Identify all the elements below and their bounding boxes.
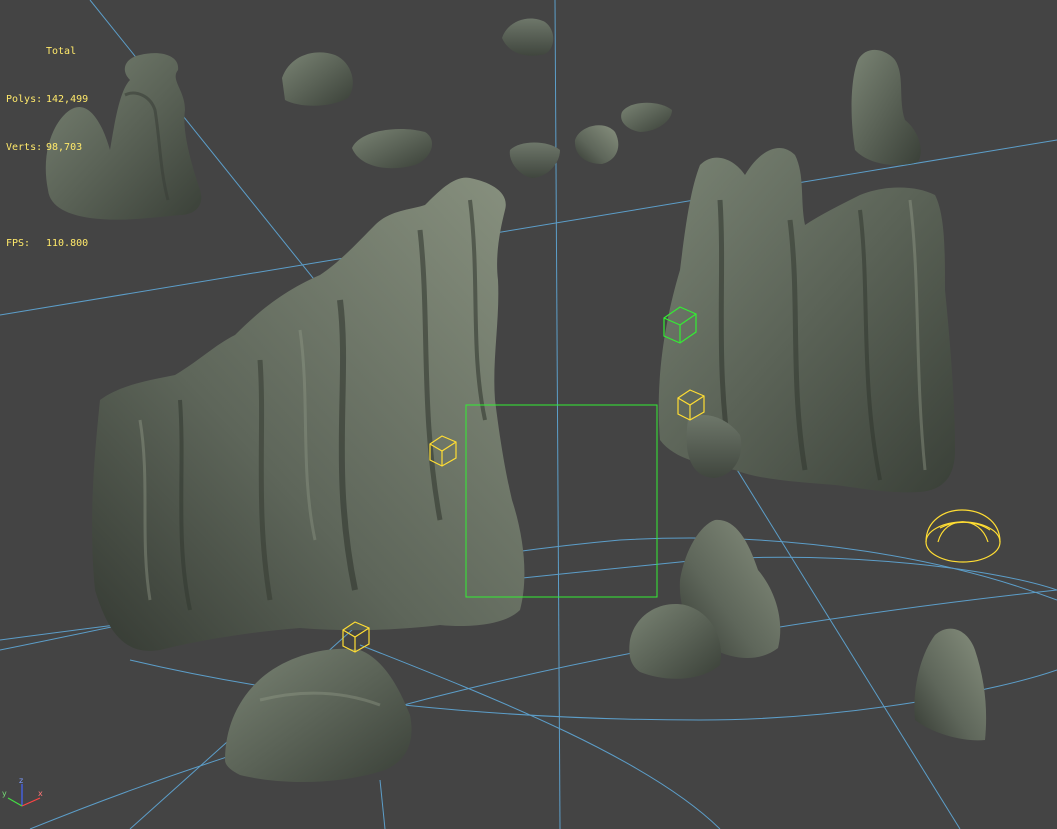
axis-z-label: z (19, 776, 23, 785)
dome-light-icon[interactable] (925, 509, 1001, 563)
stats-fps-label: FPS: (6, 238, 31, 249)
stats-fps-value: 110.800 (46, 238, 89, 249)
axis-gizmo-icon: z x y (2, 776, 43, 807)
scene-canvas[interactable] (0, 0, 1057, 829)
rock-cliff-large[interactable] (92, 177, 525, 651)
stats-fps-row: FPS: 110.800 (6, 236, 88, 252)
rock-standing-bottomright[interactable] (914, 628, 987, 741)
spline-line (554, 0, 561, 829)
rock-small-floating[interactable] (282, 18, 672, 178)
spline-line (379, 779, 386, 829)
stats-polys-value: 142,499 (46, 94, 89, 105)
rock-arch-topright[interactable] (851, 49, 921, 166)
stats-verts-value: 98,703 (46, 142, 83, 153)
stats-polys-label: Polys: (6, 94, 43, 105)
stats-verts-row: Verts: 98,703 (6, 140, 88, 156)
viewport-statistics: Total Polys: 142,499 Verts: 98,703 FPS: … (6, 12, 88, 284)
rock-mound-bottom[interactable] (225, 648, 412, 782)
rock-boulders-midright[interactable] (629, 519, 781, 679)
rock-cliff-right[interactable] (658, 147, 955, 493)
perspective-viewport[interactable]: Total Polys: 142,499 Verts: 98,703 FPS: … (0, 0, 1057, 829)
axis-x-label: x (38, 789, 43, 798)
stats-polys-row: Polys: 142,499 (6, 92, 88, 108)
axis-y-label: y (2, 789, 7, 798)
stats-verts-label: Verts: (6, 142, 43, 153)
stats-total-label: Total (46, 46, 77, 57)
